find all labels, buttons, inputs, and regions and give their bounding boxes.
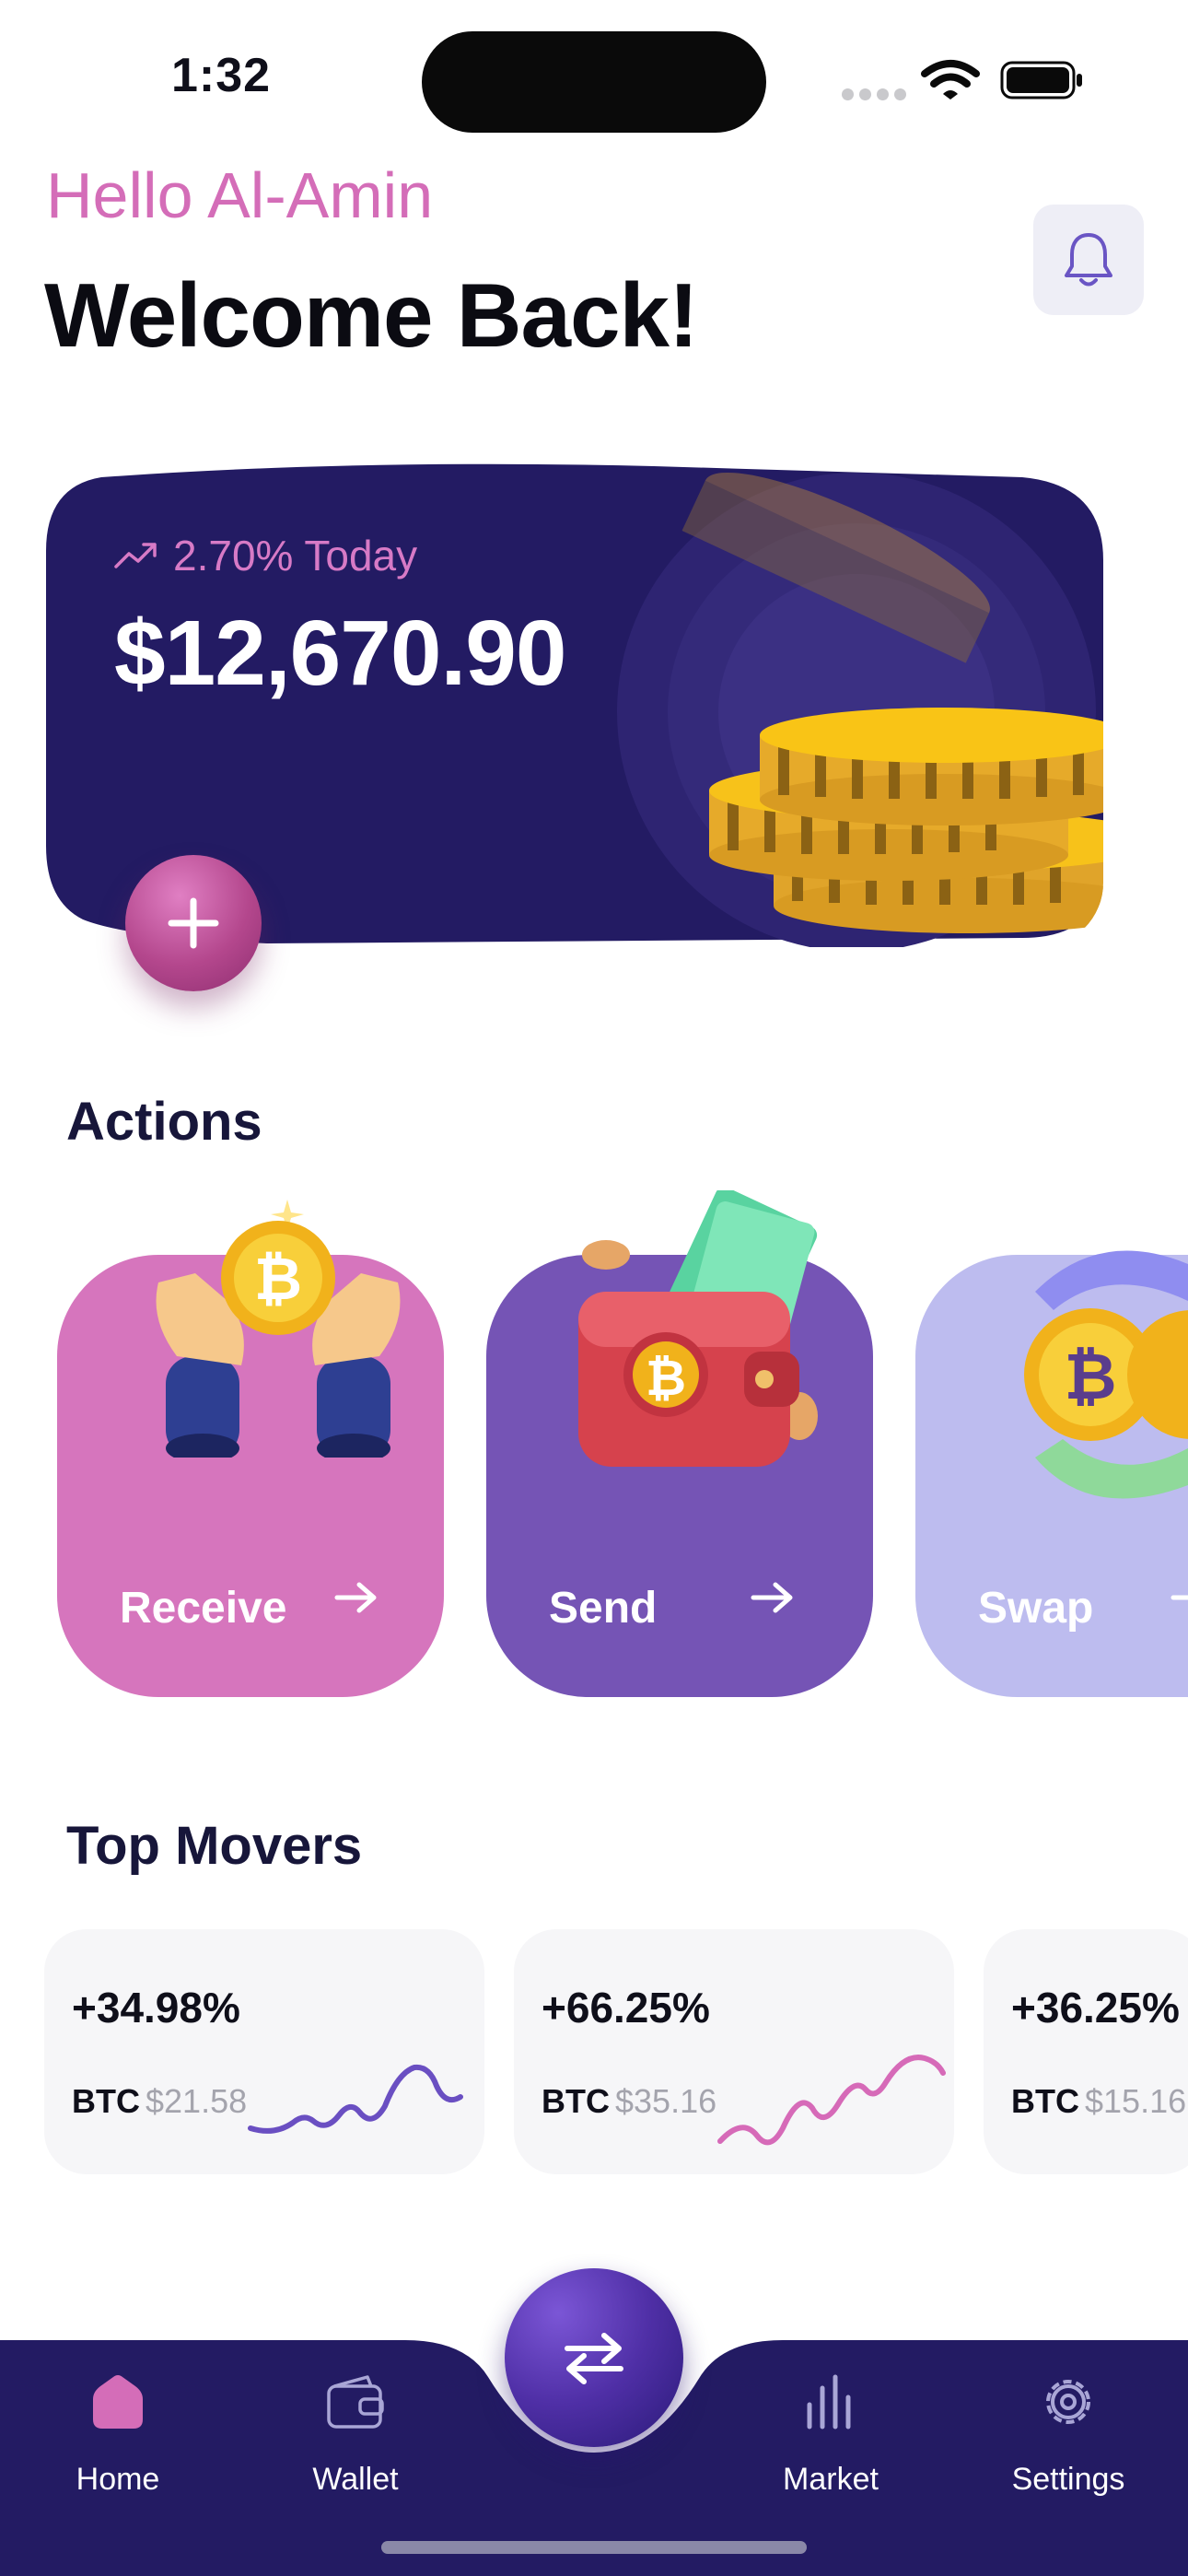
nav-label-settings: Settings [1011, 2462, 1125, 2497]
mover-price: $15.16 [1085, 2082, 1187, 2120]
send-action-card[interactable]: ₿ Send [486, 1190, 873, 1697]
mover-card[interactable]: +66.25% BTC $35.16 [514, 1929, 954, 2174]
swap-arrows-icon [565, 2333, 623, 2384]
mover-card[interactable]: +36.25% BTC $15.16 [984, 1929, 1188, 2174]
page-title: Welcome Back! [44, 264, 699, 366]
signal-icon [842, 88, 912, 105]
bar-chart-icon [807, 2374, 851, 2430]
balance-change: 2.70% Today [114, 531, 417, 580]
mover-symbol: BTC [72, 2082, 140, 2120]
nav-label-home: Home [76, 2462, 160, 2497]
mover-symbol: BTC [1011, 2082, 1079, 2120]
arrow-right-icon [751, 1582, 793, 1613]
greeting-text: Hello Al-Amin [46, 159, 434, 231]
mover-price: $21.58 [146, 2082, 248, 2120]
svg-text:₿: ₿ [254, 1246, 302, 1314]
home-icon [93, 2375, 143, 2429]
swap-action-card[interactable]: ₿ Swap [915, 1250, 1188, 1697]
svg-text:₿: ₿ [646, 1349, 686, 1407]
dynamic-island [422, 31, 766, 133]
gear-icon [1046, 2380, 1090, 2424]
wifi-icon [921, 60, 980, 100]
nav-item-market[interactable]: Market [739, 2373, 923, 2498]
balance-amount: $12,670.90 [114, 602, 566, 705]
svg-text:₿: ₿ [1064, 1339, 1116, 1414]
nav-item-settings[interactable]: Settings [976, 2373, 1160, 2498]
arrow-right-icon [1171, 1595, 1188, 1600]
bell-icon [1065, 233, 1112, 287]
mover-price: $35.16 [615, 2082, 717, 2120]
mover-change: +36.25% [1011, 1984, 1180, 2032]
nav-label-wallet: Wallet [312, 2462, 399, 2497]
mover-sparkline [717, 2055, 946, 2146]
wallet-icon [327, 2375, 384, 2429]
swap-fab-button[interactable] [505, 2268, 683, 2447]
receive-action-card[interactable]: ₿ Receive [57, 1200, 444, 1697]
plus-icon [168, 897, 219, 949]
mover-card[interactable]: +34.98% BTC $21.58 [44, 1929, 484, 2174]
swap-label: Swap [978, 1584, 1094, 1633]
balance-change-text: 2.70% Today [173, 532, 418, 580]
top-movers-section-title: Top Movers [66, 1816, 363, 1876]
send-label: Send [549, 1584, 658, 1633]
nav-item-wallet[interactable]: Wallet [263, 2373, 448, 2498]
receive-label: Receive [120, 1584, 287, 1633]
nav-item-home[interactable]: Home [26, 2373, 210, 2498]
arrow-right-icon [334, 1582, 377, 1613]
mover-change: +66.25% [542, 1984, 710, 2032]
battery-icon [1000, 61, 1082, 100]
notifications-button[interactable] [1033, 205, 1144, 315]
mover-sparkline [248, 2064, 463, 2134]
nav-label-market: Market [783, 2462, 879, 2497]
send-wallet-illustration-icon: ₿ [578, 1190, 818, 1467]
actions-section-title: Actions [66, 1092, 262, 1152]
swap-coins-illustration-icon: ₿ [1024, 1250, 1188, 1499]
trending-up-icon [114, 543, 157, 568]
add-funds-button[interactable] [125, 855, 262, 991]
mover-symbol: BTC [542, 2082, 610, 2120]
receive-illustration-icon: ₿ [156, 1200, 401, 1458]
mover-change: +34.98% [72, 1984, 240, 2032]
home-indicator[interactable] [381, 2541, 807, 2554]
status-time: 1:32 [171, 49, 272, 102]
